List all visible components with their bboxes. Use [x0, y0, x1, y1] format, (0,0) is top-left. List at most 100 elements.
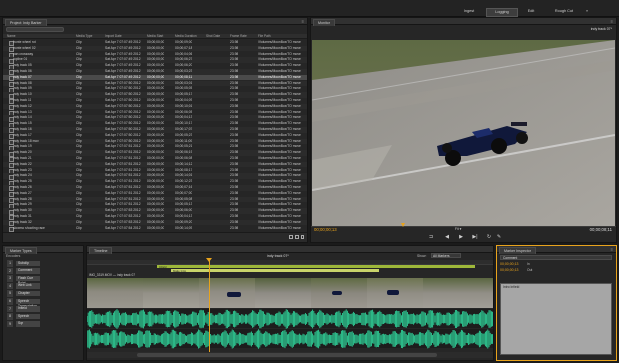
tab-marker-types[interactable]: Marker Types: [5, 247, 37, 254]
workspace-ingest[interactable]: Ingest: [454, 8, 484, 15]
table-row[interactable]: indy track 18 mov Clip Sat Apr 7 07:07:50 …: [3, 138, 307, 145]
cell-dur: 00;00;10;17: [175, 121, 193, 126]
trash-icon[interactable]: [301, 235, 304, 239]
table-row[interactable]: indy track 14 Clip Sat Apr 7 07:07:50 2012…: [3, 115, 307, 122]
table-row[interactable]: indy track 12 Clip Sat Apr 7 07:07:50 2012…: [3, 103, 307, 111]
play-icon[interactable]: ▶: [457, 234, 465, 240]
marker-notes-field[interactable]: Intro Infield: [500, 283, 612, 355]
loop-icon[interactable]: ↻: [485, 234, 493, 240]
table-row[interactable]: indy track 25 Clip Sat Apr 7 07:07:51 2012…: [3, 179, 307, 186]
tab-marker-inspector[interactable]: Marker Inspector: [499, 247, 536, 254]
out-value[interactable]: 00;00;00;13: [500, 268, 519, 272]
table-row[interactable]: indy track 24 Clip Sat Apr 7 07:07:51 2012…: [3, 173, 307, 180]
panel-menu-icon[interactable]: ≡: [611, 246, 613, 253]
table-row[interactable]: indy track 23 Clip Sat Apr 7 07:07:51 2012…: [3, 168, 307, 174]
new-bin-icon[interactable]: [289, 235, 293, 239]
table-row[interactable]: indy track 19 Clip Sat Apr 7 07:07:51 2012…: [3, 144, 307, 151]
step-forward-icon[interactable]: ▶|: [471, 234, 479, 240]
zoom-select[interactable]: Fit ▾: [455, 227, 467, 232]
workspace-edit[interactable]: Edit: [519, 8, 543, 15]
table-row[interactable]: indy track 10 Clip Sat Apr 7 07:07:50 2012…: [3, 92, 307, 99]
col-media-duration[interactable]: Media Duration: [175, 34, 197, 39]
table-row[interactable]: indy track 06 Clip Sat Apr 7 07:07:49 2012…: [3, 69, 307, 76]
table-row[interactable]: indy track 29 Clip Sat Apr 7 07:07:51 2012…: [3, 202, 307, 209]
search-input[interactable]: [6, 27, 64, 32]
table-row[interactable]: indy track 28 Clip Sat Apr 7 07:07:51 2012…: [3, 196, 307, 203]
table-row[interactable]: topline 01 Clip Sat Apr 7 07:07:49 2012 00;…: [3, 57, 307, 64]
table-row[interactable]: indy track 22 Clip Sat Apr 7 07:07:51 2012…: [3, 161, 307, 169]
table-row[interactable]: indy track 31 Clip Sat Apr 7 07:07:53 2012…: [3, 214, 307, 221]
table-row[interactable]: indy track 30 Clip Sat Apr 7 07:07:53 2012…: [3, 208, 307, 215]
table-row[interactable]: indy track 26 Clip Sat Apr 7 07:07:51 2012…: [3, 185, 307, 192]
cell-path: /Volumes/MoonBox/TO move: [258, 57, 301, 62]
cell-rate: 23.98: [230, 103, 239, 108]
marker-type-item[interactable]: 6Speech Transcription: [7, 298, 57, 308]
audio-waveform[interactable]: [87, 309, 493, 349]
marker-type-item[interactable]: 3Flash Cue Point: [7, 275, 57, 285]
mark-in-icon[interactable]: ⊐: [427, 234, 435, 240]
in-value[interactable]: 00;00;00;13: [500, 262, 519, 266]
table-row[interactable]: indy track 32 Clip Sat Apr 7 07:07:53 2012…: [3, 219, 307, 227]
table-row[interactable]: fronte wheel rot Clip Sat Apr 7 07:07:49 2…: [3, 40, 307, 47]
col-frame-rate[interactable]: Frame Rate: [230, 34, 247, 39]
marker-type-item[interactable]: 8 Speech: [7, 313, 57, 320]
tab-timeline[interactable]: Timeline: [89, 247, 113, 254]
table-row[interactable]: indy track 08 Clip Sat Apr 7 07:07:50 2012…: [3, 80, 307, 87]
panel-menu-icon[interactable]: ≡: [611, 18, 613, 25]
new-item-icon[interactable]: [295, 235, 299, 239]
marker-type-number: 2: [7, 267, 13, 275]
wrench-icon[interactable]: ✎: [495, 234, 503, 240]
cell-path: /Volumes/MoonBox/TO move: [258, 161, 301, 166]
show-markers-select[interactable]: All Markers: [431, 253, 461, 258]
panel-menu-icon[interactable]: ≡: [302, 18, 304, 25]
timeline-playhead-handle[interactable]: [206, 258, 212, 262]
col-name[interactable]: Name: [7, 34, 16, 39]
table-row[interactable]: pan crossway Clip Sat Apr 7 07:07:49 2012 0…: [3, 52, 307, 58]
cell-start: 00;00;00;00: [147, 86, 165, 91]
workspace-rough-cut[interactable]: Rough Cut: [546, 8, 582, 15]
cell-start: 00;00;00;00: [147, 202, 165, 207]
marker-type-item[interactable]: 7 Infield: [7, 305, 57, 313]
col-file-path[interactable]: File Path: [258, 34, 271, 39]
timeline-playhead[interactable]: [209, 260, 210, 355]
table-row[interactable]: indy track 15 Clip Sat Apr 7 07:07:50 2012…: [3, 121, 307, 128]
marker-type-item[interactable]: 2 Comment: [7, 267, 57, 275]
encoders-header: Encoders: [6, 254, 21, 258]
marker-type-select[interactable]: Comment: [500, 255, 612, 260]
marker-bar-intro[interactable]: Make Intro: [171, 269, 379, 273]
table-row[interactable]: indy track 21 Clip Sat Apr 7 07:07:51 2012…: [3, 156, 307, 163]
monitor-timecode-left[interactable]: 00;00;00;13: [314, 227, 337, 232]
table-row[interactable]: indy track 07 Clip Sat Apr 7 07:07:49 2012…: [3, 74, 307, 82]
table-row[interactable]: slowmo shooting race Clip Sat Apr 7 07:07:…: [3, 226, 307, 232]
marker-bar-infield[interactable]: Infield: [157, 265, 475, 269]
workspace-logging[interactable]: Logging: [486, 8, 518, 17]
table-row[interactable]: indy track 16 Clip Sat Apr 7 07:07:50 2012…: [3, 127, 307, 134]
workspace-menu-icon[interactable]: »: [583, 8, 591, 15]
marker-type-item[interactable]: 1 Subclip: [7, 260, 57, 267]
table-row[interactable]: indy track 27 Clip Sat Apr 7 07:07:51 2012…: [3, 190, 307, 198]
table-row[interactable]: indy track 17 Clip Sat Apr 7 07:07:50 2012…: [3, 133, 307, 140]
table-row[interactable]: indy track 20 Clip Sat Apr 7 07:07:51 2012…: [3, 150, 307, 157]
col-shot-date[interactable]: Shot Date: [206, 34, 220, 39]
col-media-type[interactable]: Media Type: [76, 34, 92, 39]
monitor-playhead-icon[interactable]: [401, 223, 405, 227]
col-media-start[interactable]: Media Start: [147, 34, 163, 39]
step-back-icon[interactable]: ◀: [443, 234, 451, 240]
cell-type: Clip: [76, 115, 82, 120]
table-row[interactable]: indy track 13 Clip Sat Apr 7 07:07:50 2012…: [3, 110, 307, 116]
cell-type: Clip: [76, 92, 82, 97]
marker-type-item[interactable]: 5 Chapter: [7, 290, 57, 297]
tab-project[interactable]: Project: Indy Barker: [5, 19, 47, 26]
timeline-scrollbar[interactable]: [87, 352, 493, 358]
table-row[interactable]: indy track 09 Clip Sat Apr 7 07:07:50 2012…: [3, 86, 307, 93]
tab-monitor[interactable]: Monitor: [313, 19, 335, 26]
table-row[interactable]: indy track 11 Clip Sat Apr 7 07:07:50 2012…: [3, 98, 307, 105]
marker-type-item[interactable]: 9 Sqr: [7, 320, 57, 328]
table-row[interactable]: fronte wheel 02 Clip Sat Apr 7 07:07:49 20…: [3, 45, 307, 53]
cell-rate: 23.98: [230, 190, 239, 195]
video-track[interactable]: [87, 278, 494, 308]
col-import-date[interactable]: Import Date: [105, 34, 122, 39]
table-row[interactable]: indy track 05 Clip Sat Apr 7 07:07:49 2012…: [3, 63, 307, 70]
marker-type-item[interactable]: 4 Web Link: [7, 282, 57, 290]
scroll-thumb[interactable]: [137, 353, 437, 357]
